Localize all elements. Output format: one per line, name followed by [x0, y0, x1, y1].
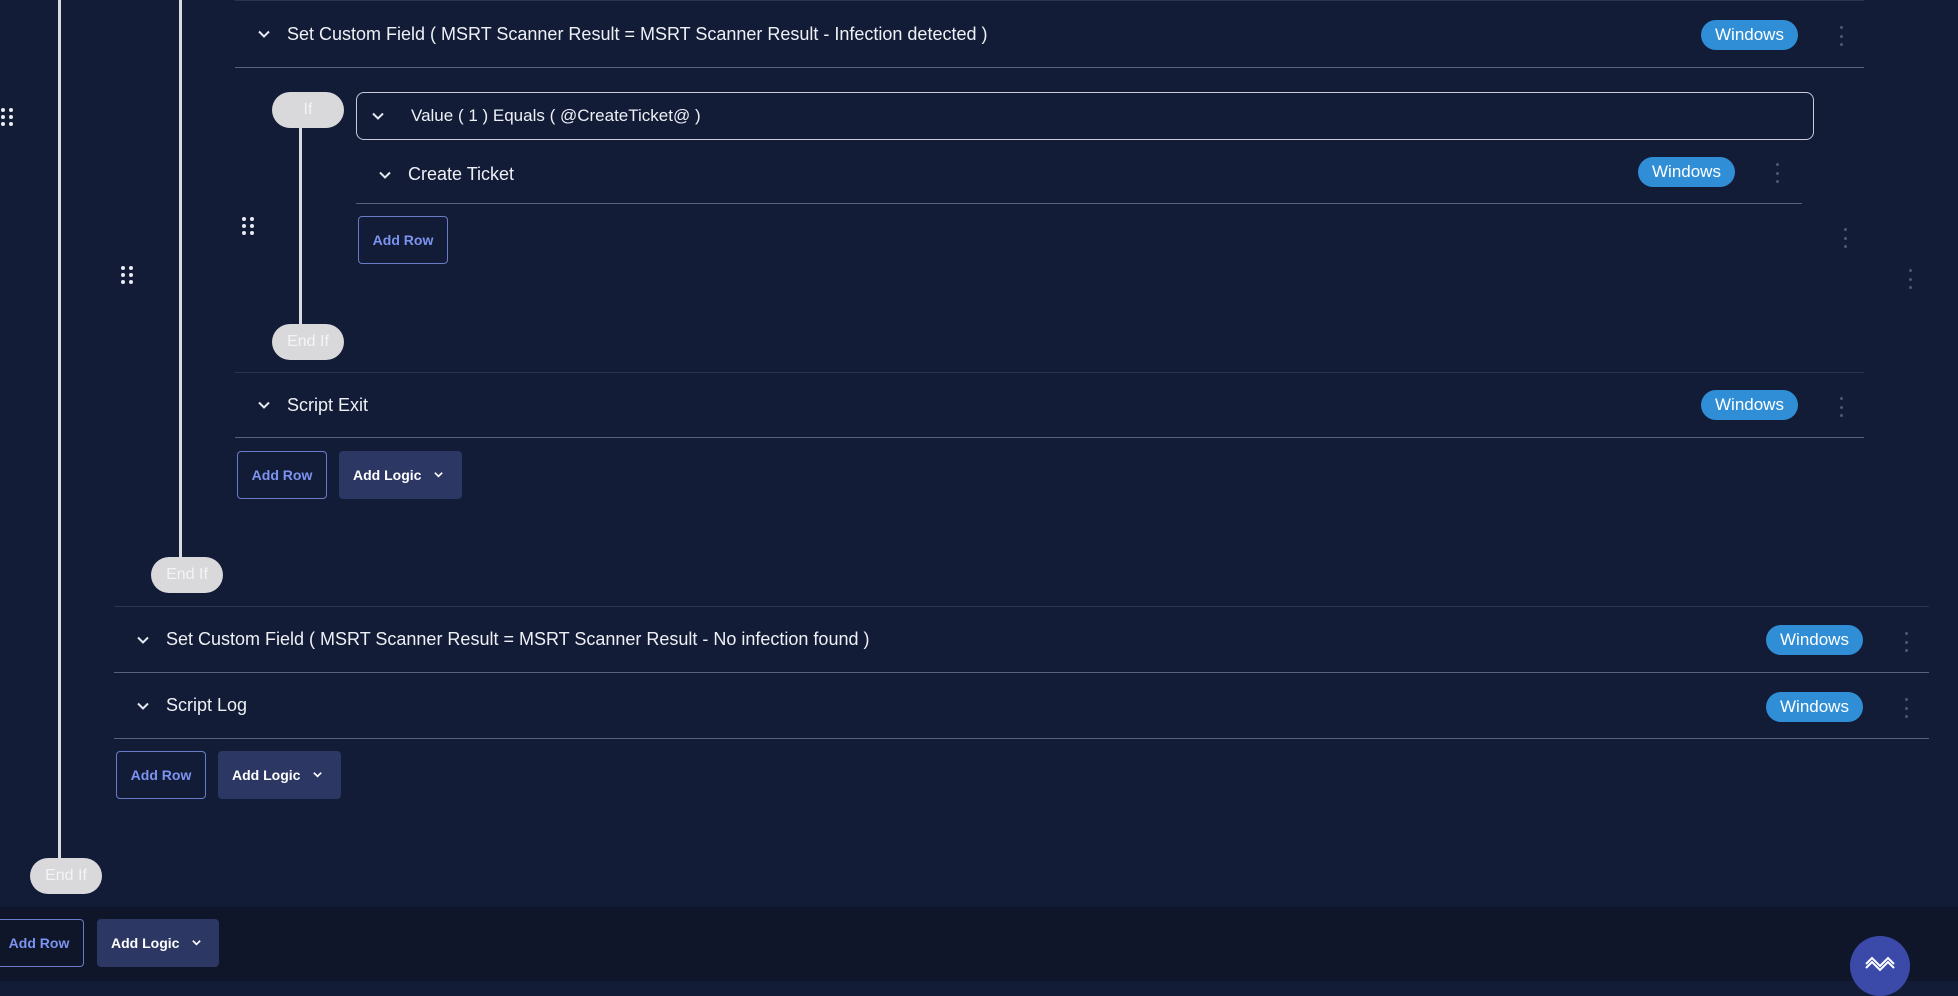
- chevron-down-icon[interactable]: [132, 695, 154, 717]
- middle-if-connector-line: [179, 0, 182, 560]
- add-logic-label: Add Logic: [111, 935, 180, 951]
- add-logic-label: Add Logic: [232, 767, 301, 783]
- chevron-down-icon[interactable]: [253, 394, 275, 416]
- chevron-down-icon: [312, 767, 323, 783]
- script-row-set-custom-field-infection[interactable]: Set Custom Field ( MSRT Scanner Result =…: [235, 0, 1864, 68]
- kebab-menu-icon[interactable]: [1901, 698, 1911, 718]
- add-row-button[interactable]: Add Row: [116, 751, 206, 799]
- row-label: Create Ticket: [408, 164, 515, 184]
- kebab-menu-icon[interactable]: [1840, 228, 1850, 248]
- script-row-set-custom-field-no-infection[interactable]: Set Custom Field ( MSRT Scanner Result =…: [114, 606, 1929, 673]
- kebab-menu-icon[interactable]: [1901, 632, 1911, 652]
- script-row-script-log[interactable]: Script Log: [114, 673, 1929, 739]
- add-row-button[interactable]: Add Row: [237, 451, 327, 499]
- platform-badge: Windows: [1701, 390, 1798, 420]
- if-pill: If: [272, 92, 344, 128]
- outer-if-connector-line: [58, 0, 61, 862]
- script-row-create-ticket[interactable]: Create Ticket: [356, 146, 1802, 204]
- chevron-down-icon[interactable]: [132, 629, 154, 651]
- kebab-menu-icon[interactable]: [1905, 269, 1915, 289]
- kebab-menu-icon[interactable]: [1772, 163, 1782, 183]
- platform-badge: Windows: [1766, 692, 1863, 722]
- drag-handle-icon[interactable]: [242, 217, 254, 235]
- end-if-pill: End If: [30, 858, 102, 894]
- end-if-pill: End If: [272, 324, 344, 360]
- platform-badge: Windows: [1701, 20, 1798, 50]
- row-label: Set Custom Field ( MSRT Scanner Result =…: [166, 629, 870, 649]
- help-widget-button[interactable]: [1850, 936, 1910, 996]
- chevron-down-icon[interactable]: [374, 164, 396, 186]
- platform-badge: Windows: [1638, 157, 1735, 187]
- add-logic-dropdown[interactable]: Add Logic: [339, 451, 462, 499]
- drag-handle-icon[interactable]: [1, 108, 13, 126]
- chevron-down-icon[interactable]: [367, 105, 389, 127]
- drag-handle-icon[interactable]: [121, 266, 133, 284]
- script-row-script-exit[interactable]: Script Exit: [235, 372, 1864, 438]
- kebab-menu-icon[interactable]: [1836, 26, 1846, 46]
- chevron-down-icon[interactable]: [253, 23, 275, 45]
- add-logic-dropdown[interactable]: Add Logic: [97, 919, 219, 967]
- end-if-pill: End If: [151, 557, 223, 593]
- condition-row[interactable]: Value ( 1 ) Equals ( @CreateTicket@ ): [356, 92, 1814, 140]
- row-label: Script Log: [166, 695, 248, 715]
- kebab-menu-icon[interactable]: [1836, 397, 1846, 417]
- inner-if-connector-line: [299, 118, 302, 328]
- chevron-down-icon: [433, 467, 444, 483]
- add-logic-label: Add Logic: [353, 467, 422, 483]
- platform-badge: Windows: [1766, 625, 1863, 655]
- row-label: Script Exit: [287, 394, 369, 415]
- add-row-button[interactable]: Add Row: [0, 919, 84, 967]
- row-label: Set Custom Field ( MSRT Scanner Result =…: [287, 23, 988, 44]
- add-logic-dropdown[interactable]: Add Logic: [218, 751, 341, 799]
- add-row-button[interactable]: Add Row: [358, 216, 448, 264]
- chevron-down-icon: [191, 935, 202, 951]
- footer-bar: [0, 907, 1958, 981]
- help-widget-icon: [1864, 954, 1896, 979]
- condition-label: Value ( 1 ) Equals ( @CreateTicket@ ): [411, 106, 701, 125]
